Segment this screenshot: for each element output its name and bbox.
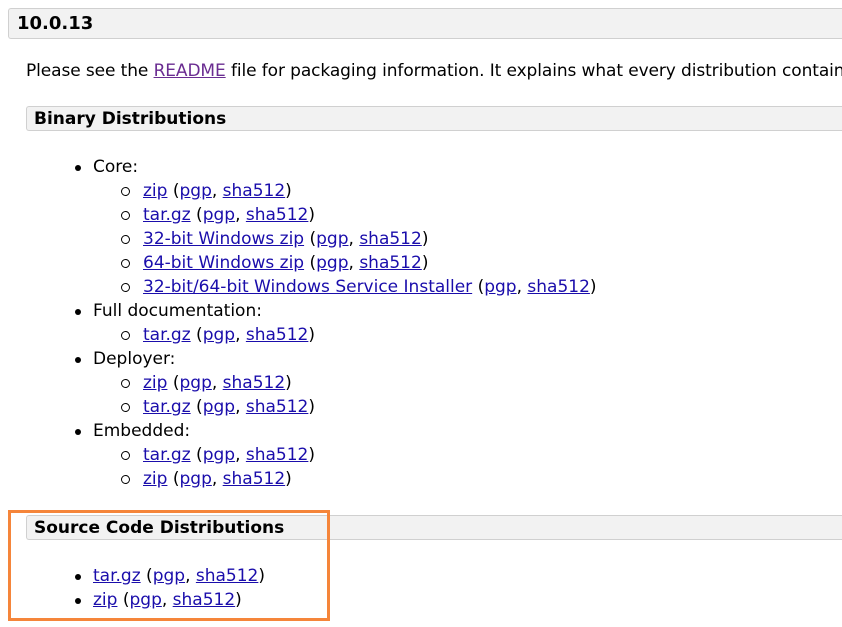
separator: , bbox=[185, 566, 196, 586]
sha512-link[interactable]: sha512 bbox=[359, 253, 422, 273]
intro-text: Please see the README file for packaging… bbox=[26, 58, 842, 84]
pgp-link[interactable]: pgp bbox=[316, 229, 348, 249]
download-item: zip (pgp, sha512) bbox=[0, 371, 842, 395]
pgp-link[interactable]: pgp bbox=[179, 373, 211, 393]
sha512-link[interactable]: sha512 bbox=[246, 205, 309, 225]
paren-close: ) bbox=[308, 445, 316, 465]
download-item: 32-bit/64-bit Windows Service Installer … bbox=[0, 275, 842, 299]
paren-open: ( bbox=[140, 566, 153, 586]
download-item: tar.gz (pgp, sha512) bbox=[0, 203, 842, 227]
paren-open: ( bbox=[167, 181, 180, 201]
pgp-link[interactable]: pgp bbox=[203, 397, 235, 417]
paren-open: ( bbox=[117, 590, 130, 610]
paren-close: ) bbox=[421, 229, 429, 249]
pgp-link[interactable]: pgp bbox=[203, 325, 235, 345]
sha512-link[interactable]: sha512 bbox=[223, 469, 286, 489]
paren-close: ) bbox=[285, 469, 292, 489]
sha512-link[interactable]: sha512 bbox=[196, 566, 259, 586]
download-item: tar.gz (pgp, sha512) bbox=[0, 323, 842, 347]
download-link[interactable]: 32-bit/64-bit Windows Service Installer bbox=[143, 277, 472, 297]
pgp-link[interactable]: pgp bbox=[203, 445, 235, 465]
pgp-link[interactable]: pgp bbox=[153, 566, 185, 586]
pgp-link[interactable]: pgp bbox=[484, 277, 516, 297]
paren-close: ) bbox=[589, 277, 597, 297]
download-link[interactable]: tar.gz bbox=[143, 205, 191, 225]
source-distributions-list: tar.gz (pgp, sha512) zip (pgp, sha512) bbox=[0, 564, 842, 612]
paren-open: ( bbox=[304, 229, 317, 249]
paren-open: ( bbox=[167, 469, 180, 489]
intro-text-after: file for packaging information. It expla… bbox=[225, 61, 842, 81]
paren-close: ) bbox=[308, 325, 316, 345]
paren-open: ( bbox=[167, 373, 180, 393]
sha512-link[interactable]: sha512 bbox=[173, 590, 236, 610]
separator: , bbox=[235, 325, 246, 345]
download-link[interactable]: zip bbox=[143, 181, 167, 201]
download-item: 32-bit Windows zip (pgp, sha512) bbox=[0, 227, 842, 251]
download-link[interactable]: tar.gz bbox=[93, 566, 141, 586]
sha512-link[interactable]: sha512 bbox=[527, 277, 590, 297]
sha512-link[interactable]: sha512 bbox=[223, 181, 286, 201]
sha512-link[interactable]: sha512 bbox=[223, 373, 286, 393]
binary-distributions-list: Core: zip (pgp, sha512) tar.gz (pgp, sha51… bbox=[0, 155, 842, 491]
distribution-group-label: Core: bbox=[0, 155, 842, 179]
readme-link[interactable]: README bbox=[154, 61, 226, 81]
pgp-link[interactable]: pgp bbox=[203, 205, 235, 225]
download-link[interactable]: 64-bit Windows zip bbox=[143, 253, 304, 273]
binary-distributions-header: Binary Distributions bbox=[26, 106, 842, 131]
paren-close: ) bbox=[421, 253, 429, 273]
separator: , bbox=[211, 469, 223, 489]
download-link[interactable]: zip bbox=[143, 373, 167, 393]
sha512-link[interactable]: sha512 bbox=[246, 325, 309, 345]
separator: , bbox=[211, 373, 223, 393]
sha512-link[interactable]: sha512 bbox=[359, 229, 422, 249]
download-link[interactable]: zip bbox=[143, 469, 167, 489]
source-distributions-header: Source Code Distributions bbox=[26, 515, 842, 540]
distribution-group-label: Deployer: bbox=[0, 347, 842, 371]
paren-open: ( bbox=[190, 397, 203, 417]
download-link[interactable]: tar.gz bbox=[143, 325, 191, 345]
download-link[interactable]: tar.gz bbox=[143, 445, 191, 465]
separator: , bbox=[348, 253, 360, 273]
paren-open: ( bbox=[472, 277, 485, 297]
paren-close: ) bbox=[285, 373, 292, 393]
pgp-link[interactable]: pgp bbox=[179, 469, 211, 489]
distribution-group-label: Full documentation: bbox=[0, 299, 842, 323]
pgp-link[interactable]: pgp bbox=[179, 181, 211, 201]
paren-open: ( bbox=[190, 445, 203, 465]
paren-close: ) bbox=[308, 205, 316, 225]
separator: , bbox=[235, 445, 246, 465]
separator: , bbox=[235, 397, 246, 417]
paren-open: ( bbox=[190, 325, 203, 345]
download-item: zip (pgp, sha512) bbox=[0, 588, 842, 612]
separator: , bbox=[235, 205, 246, 225]
download-item: tar.gz (pgp, sha512) bbox=[0, 395, 842, 419]
paren-close: ) bbox=[235, 590, 242, 610]
download-item: tar.gz (pgp, sha512) bbox=[0, 443, 842, 467]
download-link[interactable]: zip bbox=[93, 590, 117, 610]
sha512-link[interactable]: sha512 bbox=[246, 445, 309, 465]
separator: , bbox=[516, 277, 528, 297]
separator: , bbox=[348, 229, 360, 249]
download-link[interactable]: tar.gz bbox=[143, 397, 191, 417]
sha512-link[interactable]: sha512 bbox=[246, 397, 309, 417]
intro-text-before: Please see the bbox=[26, 61, 154, 81]
distribution-group-label: Embedded: bbox=[0, 419, 842, 443]
pgp-link[interactable]: pgp bbox=[316, 253, 348, 273]
paren-open: ( bbox=[304, 253, 317, 273]
paren-close: ) bbox=[285, 181, 292, 201]
download-link[interactable]: 32-bit Windows zip bbox=[143, 229, 304, 249]
paren-close: ) bbox=[308, 397, 316, 417]
paren-open: ( bbox=[190, 205, 203, 225]
version-header: 10.0.13 bbox=[8, 8, 842, 39]
paren-close: ) bbox=[258, 566, 266, 586]
download-item: 64-bit Windows zip (pgp, sha512) bbox=[0, 251, 842, 275]
download-item: zip (pgp, sha512) bbox=[0, 467, 842, 491]
download-item: zip (pgp, sha512) bbox=[0, 179, 842, 203]
separator: , bbox=[161, 590, 173, 610]
pgp-link[interactable]: pgp bbox=[129, 590, 161, 610]
download-item: tar.gz (pgp, sha512) bbox=[0, 564, 842, 588]
separator: , bbox=[211, 181, 223, 201]
